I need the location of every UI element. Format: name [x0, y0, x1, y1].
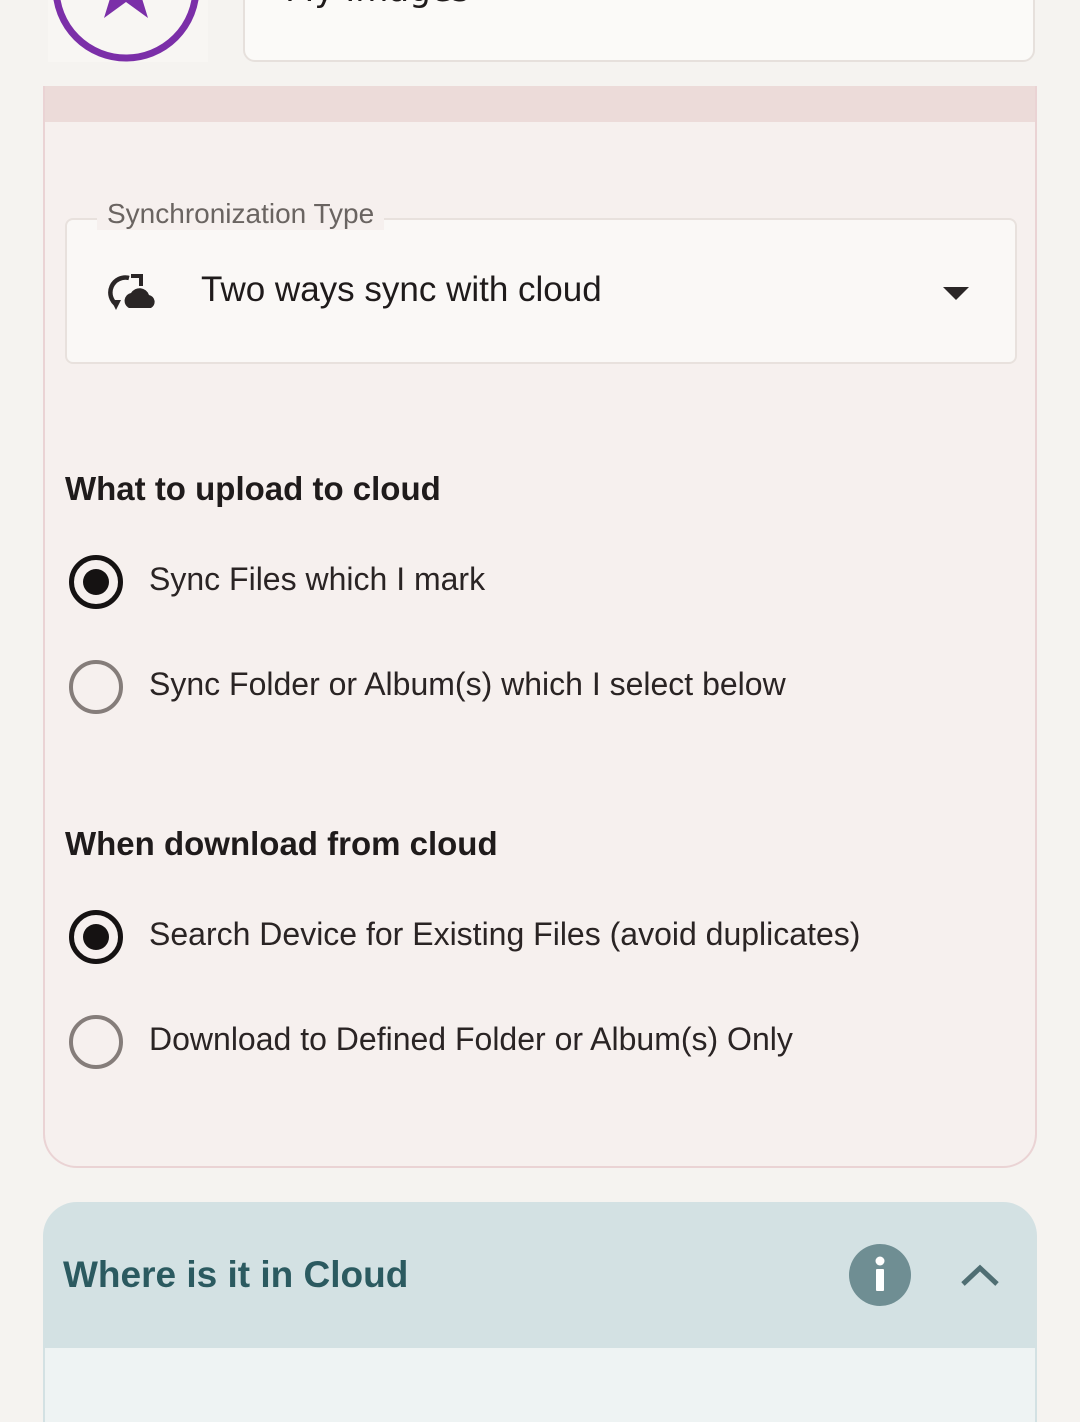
radio-button-unchecked[interactable] — [69, 1015, 123, 1069]
sync-type-value: Two ways sync with cloud — [201, 270, 602, 309]
cloud-sync-icon — [108, 274, 155, 310]
star-circle-icon — [53, 0, 199, 62]
info-icon[interactable] — [849, 1244, 911, 1306]
radio-label: Sync Files which I mark — [149, 561, 486, 597]
radio-label: Sync Folder or Album(s) which I select b… — [149, 666, 786, 702]
sync-type-select[interactable]: Synchronization Type Two ways sync with … — [65, 198, 1017, 364]
upload-section-title: What to upload to cloud — [65, 470, 441, 507]
cloud-location-card[interactable]: Where is it in Cloud — [43, 1202, 1037, 1422]
card-header-strip — [45, 86, 1035, 122]
album-avatar[interactable] — [48, 0, 208, 62]
arrow-drop-down-icon[interactable] — [943, 287, 969, 300]
sync-type-label: Synchronization Type — [97, 198, 385, 230]
radio-label: Download to Defined Folder or Album(s) O… — [149, 1021, 793, 1057]
cloud-location-title: Where is it in Cloud — [63, 1254, 409, 1295]
chevron-up-icon[interactable] — [959, 1260, 1001, 1290]
album-name-value: My Images — [285, 0, 469, 10]
radio-button-unchecked[interactable] — [69, 660, 123, 714]
radio-label: Search Device for Existing Files (avoid … — [149, 916, 861, 952]
cloud-location-body — [45, 1348, 1035, 1422]
sync-settings-card: Synchronization Type Two ways sync with … — [43, 86, 1037, 1168]
album-name-field[interactable]: My Images — [243, 0, 1035, 62]
radio-button-checked[interactable] — [69, 555, 123, 609]
radio-button-checked[interactable] — [69, 910, 123, 964]
download-section-title: When download from cloud — [65, 825, 498, 862]
